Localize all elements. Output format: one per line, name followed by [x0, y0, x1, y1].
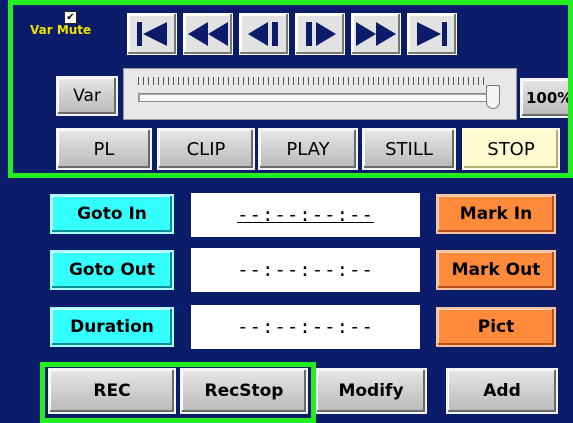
add-button[interactable]: Add [446, 368, 558, 414]
fast-forward-button[interactable] [351, 13, 401, 55]
skip-to-end-button[interactable] [407, 13, 457, 55]
var-button[interactable]: Var [56, 76, 118, 116]
out-timecode[interactable]: --:--:--:-- [191, 248, 420, 292]
slider-thumb[interactable] [486, 85, 500, 109]
slider-track [138, 93, 498, 102]
step-back-icon [248, 22, 278, 46]
skip-to-start-icon [137, 22, 167, 46]
vtr-control-panel: ✔ Var Mute Var 100% PL CLIP PLAY STILL S… [0, 0, 573, 423]
goto-out-button[interactable]: Goto Out [50, 250, 174, 290]
rec-stop-button[interactable]: RecStop [180, 368, 308, 414]
in-timecode-value: --:--:--:-- [237, 204, 374, 226]
duration-timecode[interactable]: --:--:--:-- [191, 305, 420, 349]
rec-button[interactable]: REC [48, 368, 176, 414]
mode-pl-button[interactable]: PL [56, 128, 152, 170]
mark-in-button[interactable]: Mark In [436, 194, 556, 234]
out-timecode-value: --:--:--:-- [237, 259, 374, 281]
mode-clip-button[interactable]: CLIP [157, 128, 255, 170]
speed-slider[interactable] [123, 68, 517, 120]
step-forward-button[interactable] [295, 13, 345, 55]
var-mute-label: Var Mute [30, 23, 92, 37]
modify-button[interactable]: Modify [315, 368, 427, 414]
mode-stop-button[interactable]: STOP [462, 128, 560, 170]
skip-to-start-button[interactable] [127, 13, 177, 55]
in-timecode[interactable]: --:--:--:-- [191, 193, 420, 237]
duration-button[interactable]: Duration [50, 307, 174, 347]
fast-forward-icon [356, 22, 396, 46]
rewind-button[interactable] [183, 13, 233, 55]
mode-play-button[interactable]: PLAY [258, 128, 358, 170]
mark-out-button[interactable]: Mark Out [436, 250, 556, 290]
rewind-icon [188, 22, 228, 46]
step-back-button[interactable] [239, 13, 289, 55]
goto-in-button[interactable]: Goto In [50, 194, 174, 234]
duration-timecode-value: --:--:--:-- [237, 316, 374, 338]
skip-to-end-icon [417, 22, 447, 46]
step-forward-icon [306, 22, 336, 46]
mode-still-button[interactable]: STILL [362, 128, 456, 170]
pict-button[interactable]: Pict [436, 307, 556, 347]
speed-percent-button[interactable]: 100% [520, 78, 573, 118]
slider-ticks [138, 77, 486, 85]
